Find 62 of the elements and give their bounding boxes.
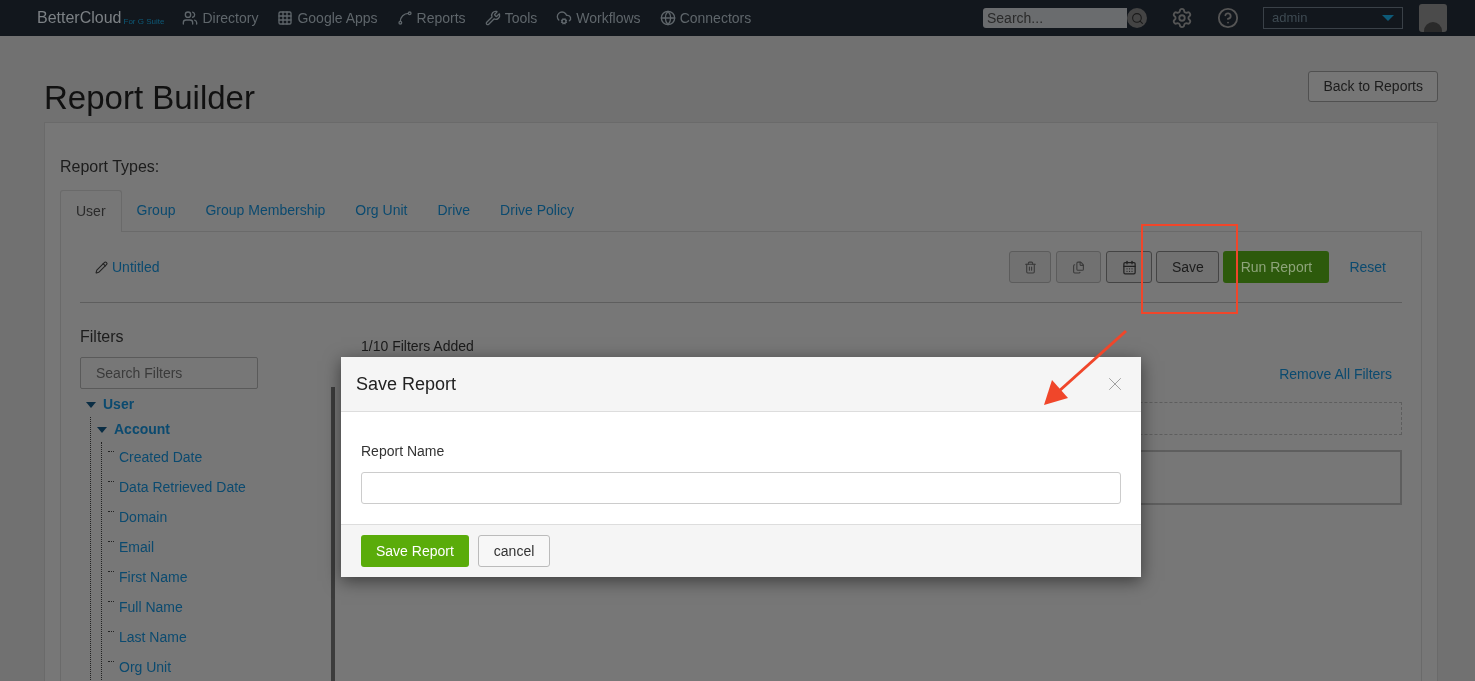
- globe-icon: [659, 10, 676, 26]
- caret-icon[interactable]: [86, 401, 96, 408]
- tree-item[interactable]: Full Name: [119, 596, 183, 618]
- search-icon[interactable]: [1130, 11, 1144, 25]
- back-button[interactable]: Back to Reports: [1308, 71, 1438, 102]
- report-type-tab[interactable]: Group Membership: [190, 189, 341, 231]
- cancel-button[interactable]: cancel: [477, 535, 551, 567]
- delete-button[interactable]: [1009, 251, 1052, 283]
- calendar-icon: [1121, 259, 1137, 275]
- caret-icon[interactable]: [97, 426, 107, 433]
- tree-item[interactable]: Domain: [119, 506, 168, 528]
- nav-link[interactable]: Tools: [484, 7, 538, 29]
- search-field[interactable]: Search...: [983, 8, 1127, 28]
- run-report-button[interactable]: Run Report: [1223, 251, 1330, 283]
- avatar-silhouette[interactable]: [1419, 4, 1447, 32]
- tree-item[interactable]: Data Retrieved Date: [119, 476, 246, 498]
- reset-link[interactable]: Reset: [1349, 256, 1386, 278]
- chart-icon: [396, 10, 413, 26]
- tree-folder[interactable]: Account: [114, 419, 170, 440]
- grid-icon: [277, 10, 294, 26]
- caret-icon: [1382, 15, 1394, 21]
- save-report-button[interactable]: Save Report: [361, 535, 469, 567]
- filters-heading: Filters: [80, 327, 125, 347]
- tree-item[interactable]: First Name: [119, 566, 188, 588]
- tree-item[interactable]: Org Unit: [119, 656, 172, 678]
- report-types-label: Report Types:: [60, 157, 161, 177]
- report-name-link[interactable]: Untitled: [95, 256, 160, 278]
- tree-item[interactable]: Last Name: [119, 626, 187, 648]
- report-type-tab[interactable]: Drive Policy: [485, 189, 589, 231]
- nav-link[interactable]: Directory: [182, 7, 259, 29]
- settings-icon[interactable]: [1171, 7, 1193, 29]
- search-filters-field[interactable]: Search Filters: [80, 357, 258, 389]
- scrollbar-track[interactable]: [331, 387, 335, 681]
- filters-count: 1/10 Filters Added: [361, 337, 475, 356]
- help-icon[interactable]: [1217, 7, 1239, 29]
- wrench-icon: [484, 10, 501, 26]
- nav-link[interactable]: Workflows: [556, 7, 641, 29]
- save-button[interactable]: Save: [1156, 251, 1220, 283]
- dialog-title: Save Report: [356, 372, 457, 396]
- tree-item[interactable]: Email: [119, 536, 154, 558]
- logo-suffix: For G Suite: [123, 18, 165, 26]
- copy-icon: [1072, 260, 1086, 274]
- nav-link[interactable]: Google Apps: [277, 7, 378, 29]
- tree-item[interactable]: Created Date: [119, 446, 203, 468]
- copy-button[interactable]: [1056, 251, 1102, 283]
- cloud-icon: [556, 10, 573, 26]
- users-icon: [182, 10, 199, 26]
- report-name-field[interactable]: [361, 472, 1121, 504]
- nav-link[interactable]: Reports: [396, 7, 466, 29]
- field-label: Report Name: [361, 442, 446, 461]
- nav-link[interactable]: Connectors: [659, 7, 752, 29]
- report-type-tab[interactable]: Org Unit: [340, 189, 423, 231]
- remove-all-filters-link[interactable]: Remove All Filters: [1279, 364, 1392, 385]
- report-type-tab[interactable]: Drive: [422, 189, 486, 231]
- report-type-tab[interactable]: Group: [121, 189, 191, 231]
- logo-text[interactable]: BetterCloud: [37, 10, 122, 26]
- trash-icon: [1023, 260, 1037, 274]
- tree-folder[interactable]: User: [103, 394, 135, 415]
- page-title: Report Builder: [44, 78, 255, 118]
- pencil-icon: [95, 260, 108, 274]
- report-type-tab[interactable]: User: [60, 190, 122, 232]
- schedule-button[interactable]: [1106, 251, 1153, 283]
